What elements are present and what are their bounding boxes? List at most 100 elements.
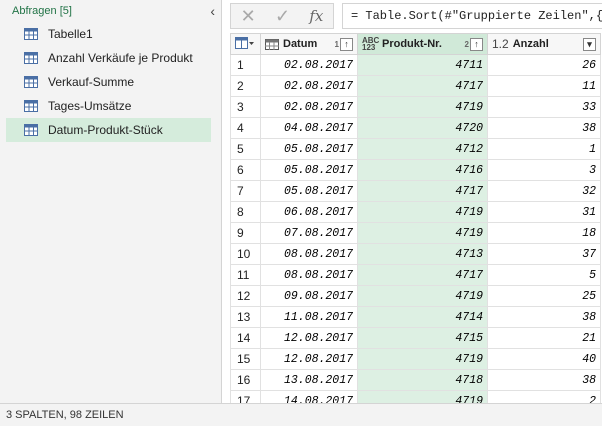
product-cell[interactable]: 4715 — [357, 327, 488, 349]
table-row[interactable]: 10 08.08.2017 4713 37 — [230, 243, 601, 265]
quantity-cell[interactable]: 38 — [487, 117, 601, 139]
product-cell[interactable]: 4720 — [357, 117, 488, 139]
fx-icon[interactable]: fx — [309, 7, 323, 25]
table-row[interactable]: 12 09.08.2017 4719 25 — [230, 285, 601, 307]
query-item-selected[interactable]: Datum-Produkt-Stück — [6, 118, 211, 142]
query-item[interactable]: Anzahl Verkäufe je Produkt — [6, 46, 211, 70]
sort-filter-button[interactable]: 2 ↑ — [465, 37, 483, 51]
table-row[interactable]: 16 13.08.2017 4718 38 — [230, 369, 601, 391]
quantity-cell[interactable]: 33 — [487, 96, 601, 118]
table-row[interactable]: 15 12.08.2017 4719 40 — [230, 348, 601, 370]
table-row[interactable]: 11 08.08.2017 4717 5 — [230, 264, 601, 286]
date-cell[interactable]: 07.08.2017 — [260, 222, 358, 244]
date-cell[interactable]: 02.08.2017 — [260, 54, 358, 76]
date-cell[interactable]: 13.08.2017 — [260, 369, 358, 391]
quantity-cell[interactable]: 11 — [487, 75, 601, 97]
row-number[interactable]: 12 — [230, 285, 261, 307]
table-row[interactable]: 7 05.08.2017 4717 32 — [230, 180, 601, 202]
date-cell[interactable]: 12.08.2017 — [260, 348, 358, 370]
row-number[interactable]: 4 — [230, 117, 261, 139]
quantity-cell[interactable]: 18 — [487, 222, 601, 244]
row-number[interactable]: 15 — [230, 348, 261, 370]
date-cell[interactable]: 11.08.2017 — [260, 306, 358, 328]
table-row[interactable]: 5 05.08.2017 4712 1 — [230, 138, 601, 160]
product-cell[interactable]: 4711 — [357, 54, 488, 76]
query-item[interactable]: Verkauf-Summe — [6, 70, 211, 94]
quantity-cell[interactable]: 38 — [487, 306, 601, 328]
date-cell[interactable]: 12.08.2017 — [260, 327, 358, 349]
quantity-cell[interactable]: 3 — [487, 159, 601, 181]
cancel-icon[interactable]: ✕ — [241, 6, 256, 27]
product-cell[interactable]: 4719 — [357, 285, 488, 307]
date-cell[interactable]: 08.08.2017 — [260, 264, 358, 286]
any-type-icon[interactable]: ABC 123 — [362, 37, 379, 52]
row-number[interactable]: 8 — [230, 201, 261, 223]
product-cell[interactable]: 4716 — [357, 159, 488, 181]
table-row[interactable]: 1 02.08.2017 4711 26 — [230, 54, 601, 76]
date-cell[interactable]: 06.08.2017 — [260, 201, 358, 223]
row-number[interactable]: 13 — [230, 306, 261, 328]
date-cell[interactable]: 08.08.2017 — [260, 243, 358, 265]
row-number[interactable]: 7 — [230, 180, 261, 202]
quantity-cell[interactable]: 32 — [487, 180, 601, 202]
table-row[interactable]: 6 05.08.2017 4716 3 — [230, 159, 601, 181]
quantity-cell[interactable]: 37 — [487, 243, 601, 265]
row-number[interactable]: 16 — [230, 369, 261, 391]
table-row[interactable]: 9 07.08.2017 4719 18 — [230, 222, 601, 244]
query-item[interactable]: Tages-Umsätze — [6, 94, 211, 118]
quantity-cell[interactable]: 21 — [487, 327, 601, 349]
decimal-type-icon[interactable]: 1.2 — [492, 37, 509, 51]
row-number[interactable]: 11 — [230, 264, 261, 286]
product-cell[interactable]: 4719 — [357, 222, 488, 244]
table-row[interactable]: 13 11.08.2017 4714 38 — [230, 306, 601, 328]
date-cell[interactable]: 05.08.2017 — [260, 159, 358, 181]
column-header-datum[interactable]: Datum 1 ↑ — [260, 33, 358, 55]
row-number[interactable]: 3 — [230, 96, 261, 118]
product-cell[interactable]: 4717 — [357, 75, 488, 97]
product-cell[interactable]: 4719 — [357, 201, 488, 223]
product-cell[interactable]: 4719 — [357, 96, 488, 118]
quantity-cell[interactable]: 1 — [487, 138, 601, 160]
quantity-cell[interactable]: 26 — [487, 54, 601, 76]
filter-button[interactable]: ▾ — [583, 37, 596, 51]
quantity-cell[interactable]: 31 — [487, 201, 601, 223]
row-number[interactable]: 1 — [230, 54, 261, 76]
row-number[interactable]: 5 — [230, 138, 261, 160]
table-menu-button[interactable] — [230, 33, 261, 55]
row-number[interactable]: 6 — [230, 159, 261, 181]
row-number[interactable]: 10 — [230, 243, 261, 265]
formula-input[interactable]: = Table.Sort(#"Gruppierte Zeilen",{{"D — [342, 3, 602, 29]
date-cell[interactable]: 05.08.2017 — [260, 180, 358, 202]
quantity-cell[interactable]: 38 — [487, 369, 601, 391]
column-header-produkt-nr[interactable]: ABC 123 Produkt-Nr. 2 ↑ — [357, 33, 488, 55]
collapse-pane-icon[interactable]: ‹ — [210, 3, 215, 19]
sort-filter-button[interactable]: 1 ↑ — [335, 37, 353, 51]
product-cell[interactable]: 4719 — [357, 348, 488, 370]
table-row[interactable]: 4 04.08.2017 4720 38 — [230, 117, 601, 139]
column-header-anzahl[interactable]: 1.2 Anzahl ▾ — [487, 33, 601, 55]
table-row[interactable]: 3 02.08.2017 4719 33 — [230, 96, 601, 118]
date-cell[interactable]: 04.08.2017 — [260, 117, 358, 139]
quantity-cell[interactable]: 25 — [487, 285, 601, 307]
row-number[interactable]: 9 — [230, 222, 261, 244]
table-row[interactable]: 8 06.08.2017 4719 31 — [230, 201, 601, 223]
product-cell[interactable]: 4718 — [357, 369, 488, 391]
table-row[interactable]: 14 12.08.2017 4715 21 — [230, 327, 601, 349]
table-row[interactable]: 2 02.08.2017 4717 11 — [230, 75, 601, 97]
quantity-cell[interactable]: 5 — [487, 264, 601, 286]
query-item[interactable]: Tabelle1 — [6, 22, 211, 46]
quantity-cell[interactable]: 40 — [487, 348, 601, 370]
row-number[interactable]: 14 — [230, 327, 261, 349]
date-cell[interactable]: 02.08.2017 — [260, 75, 358, 97]
date-type-icon[interactable] — [265, 38, 279, 50]
row-number[interactable]: 2 — [230, 75, 261, 97]
product-cell[interactable]: 4717 — [357, 264, 488, 286]
date-cell[interactable]: 09.08.2017 — [260, 285, 358, 307]
product-cell[interactable]: 4713 — [357, 243, 488, 265]
date-cell[interactable]: 05.08.2017 — [260, 138, 358, 160]
product-cell[interactable]: 4717 — [357, 180, 488, 202]
product-cell[interactable]: 4712 — [357, 138, 488, 160]
date-cell[interactable]: 02.08.2017 — [260, 96, 358, 118]
product-cell[interactable]: 4714 — [357, 306, 488, 328]
check-icon[interactable]: ✓ — [275, 6, 290, 27]
